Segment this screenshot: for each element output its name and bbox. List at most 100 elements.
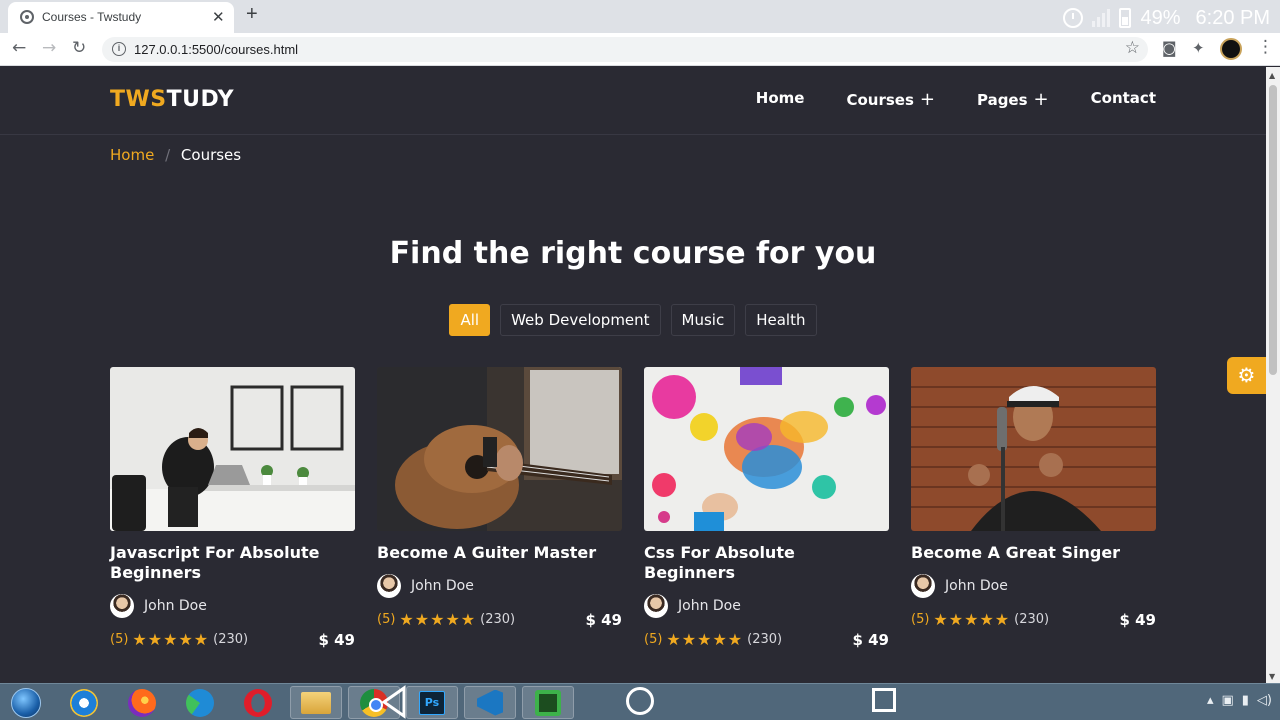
plus-icon: + xyxy=(1033,89,1049,110)
firefox-icon xyxy=(128,688,156,717)
course-rating: (5) ★★★★★ (230) xyxy=(110,630,248,649)
address-bar[interactable]: i 127.0.0.1:5500/courses.html ☆ xyxy=(102,37,1148,62)
alarm-icon xyxy=(1063,8,1084,28)
edge-icon xyxy=(186,688,214,717)
course-author: John Doe xyxy=(644,594,889,618)
taskbar-firefox[interactable] xyxy=(116,686,168,719)
url-text[interactable]: 127.0.0.1:5500/courses.html xyxy=(134,42,298,57)
filter-all[interactable]: All xyxy=(449,304,491,336)
course-price: $ 49 xyxy=(852,630,889,649)
course-card[interactable]: Become A Guiter Master John Doe (5) ★★★★… xyxy=(377,367,622,629)
avatar xyxy=(110,594,134,618)
taskbar-internet-explorer[interactable] xyxy=(58,686,110,719)
nav-contact[interactable]: Contact xyxy=(1091,89,1156,110)
internet-explorer-icon xyxy=(70,688,98,717)
nav-pages[interactable]: Pages + xyxy=(977,89,1049,110)
taskbar-camtasia[interactable] xyxy=(522,686,574,719)
volume-icon[interactable]: ◁) xyxy=(1257,693,1272,708)
start-button[interactable] xyxy=(0,686,52,719)
taskbar-photoshop[interactable]: Ps xyxy=(406,686,458,719)
camtasia-icon xyxy=(535,689,561,716)
extensions-icon[interactable]: ✦ xyxy=(1192,39,1205,57)
course-author: John Doe xyxy=(377,574,622,598)
camera-icon[interactable]: ◙ xyxy=(1162,39,1177,57)
course-rating: (5) ★★★★★ (230) xyxy=(644,630,782,649)
course-price: $ 49 xyxy=(585,610,622,629)
scrollbar-thumb[interactable] xyxy=(1269,85,1277,375)
breadcrumb-current: Courses xyxy=(180,146,242,164)
course-title[interactable]: Javascript For Absolute Beginners xyxy=(110,543,355,583)
new-tab-button[interactable]: + xyxy=(246,3,258,26)
filter-health[interactable]: Health xyxy=(745,304,817,336)
course-card[interactable]: Become A Great Singer John Doe (5) ★★★★★… xyxy=(911,367,1156,629)
android-recents-icon[interactable] xyxy=(872,688,896,712)
course-rating: (5) ★★★★★ (230) xyxy=(911,610,1049,629)
taskbar-file-explorer[interactable] xyxy=(290,686,342,719)
vscode-icon xyxy=(477,689,503,716)
battery-level: 49% xyxy=(1140,6,1181,29)
android-home-icon[interactable] xyxy=(626,687,654,715)
course-title[interactable]: Become A Guiter Master xyxy=(377,543,622,563)
browser-tab-bar: Courses - Twstudy ✕ + 49% 6:20 PM xyxy=(0,0,1280,33)
page-scrollbar[interactable]: ▲ ▼ xyxy=(1266,67,1280,683)
rating-score: (5) xyxy=(644,632,663,647)
taskbar-edge[interactable] xyxy=(174,686,226,719)
nav-home[interactable]: Home xyxy=(756,89,805,110)
course-title[interactable]: Become A Great Singer xyxy=(911,543,1156,563)
network-icon[interactable]: ▣ xyxy=(1221,693,1233,708)
device-status-bar: 49% 6:20 PM xyxy=(1063,4,1270,32)
opera-icon xyxy=(244,688,272,717)
site-logo[interactable]: TWSTUDY xyxy=(110,87,234,112)
taskbar-opera[interactable] xyxy=(232,686,284,719)
clock: 6:20 PM xyxy=(1195,6,1270,29)
browser-toolbar: ← → ↻ i 127.0.0.1:5500/courses.html ☆ ◙ … xyxy=(0,33,1280,66)
course-image-guitar[interactable] xyxy=(377,367,622,531)
filter-music[interactable]: Music xyxy=(670,304,736,336)
rating-score: (5) xyxy=(911,612,930,627)
scroll-down-arrow-icon[interactable]: ▼ xyxy=(1269,672,1275,681)
back-button[interactable]: ← xyxy=(12,38,26,58)
profile-avatar[interactable] xyxy=(1220,38,1242,60)
browser-menu-icon[interactable]: ⋮ xyxy=(1257,37,1274,57)
folder-icon xyxy=(301,691,331,714)
star-icon: ★★★★★ xyxy=(399,610,477,629)
star-icon: ★★★★★ xyxy=(132,630,210,649)
battery-icon xyxy=(1119,8,1132,28)
review-count: (230) xyxy=(213,632,249,647)
breadcrumb: Home / Courses xyxy=(110,146,241,164)
review-count: (230) xyxy=(747,632,783,647)
course-card[interactable]: Css For Absolute Beginners John Doe (5) … xyxy=(644,367,889,649)
course-card[interactable]: Javascript For Absolute Beginners John D… xyxy=(110,367,355,649)
breadcrumb-separator: / xyxy=(165,146,171,164)
course-title[interactable]: Css For Absolute Beginners xyxy=(644,543,889,583)
bookmark-star-icon[interactable]: ☆ xyxy=(1125,38,1140,58)
course-price: $ 49 xyxy=(318,630,355,649)
windows-logo-icon xyxy=(11,687,41,718)
course-image-paint-splatter[interactable] xyxy=(644,367,889,531)
close-tab-button[interactable]: ✕ xyxy=(212,8,225,26)
nav-courses[interactable]: Courses + xyxy=(846,89,935,110)
plus-icon: + xyxy=(919,89,935,110)
avatar xyxy=(911,574,935,598)
breadcrumb-home-link[interactable]: Home xyxy=(110,146,154,164)
tab-title: Courses - Twstudy xyxy=(42,10,142,24)
taskbar-vscode[interactable] xyxy=(464,686,516,719)
power-icon[interactable]: ▮ xyxy=(1242,693,1249,708)
globe-icon xyxy=(20,10,34,24)
forward-button[interactable]: → xyxy=(42,38,56,58)
android-back-icon[interactable] xyxy=(380,684,408,720)
scroll-up-arrow-icon[interactable]: ▲ xyxy=(1269,71,1275,80)
course-filters: All Web Development Music Health xyxy=(0,304,1266,336)
course-image-man-at-laptop[interactable] xyxy=(110,367,355,531)
course-image-singer-microphone[interactable] xyxy=(911,367,1156,531)
review-count: (230) xyxy=(1014,612,1050,627)
browser-tab[interactable]: Courses - Twstudy ✕ xyxy=(8,2,234,33)
tray-expand-icon[interactable]: ▴ xyxy=(1207,693,1214,708)
site-info-icon[interactable]: i xyxy=(112,42,126,56)
settings-gear-button[interactable]: ⚙ xyxy=(1227,357,1266,394)
filter-web-development[interactable]: Web Development xyxy=(500,304,661,336)
reload-button[interactable]: ↻ xyxy=(72,38,86,58)
author-name: John Doe xyxy=(144,598,207,614)
author-name: John Doe xyxy=(411,578,474,594)
avatar xyxy=(377,574,401,598)
